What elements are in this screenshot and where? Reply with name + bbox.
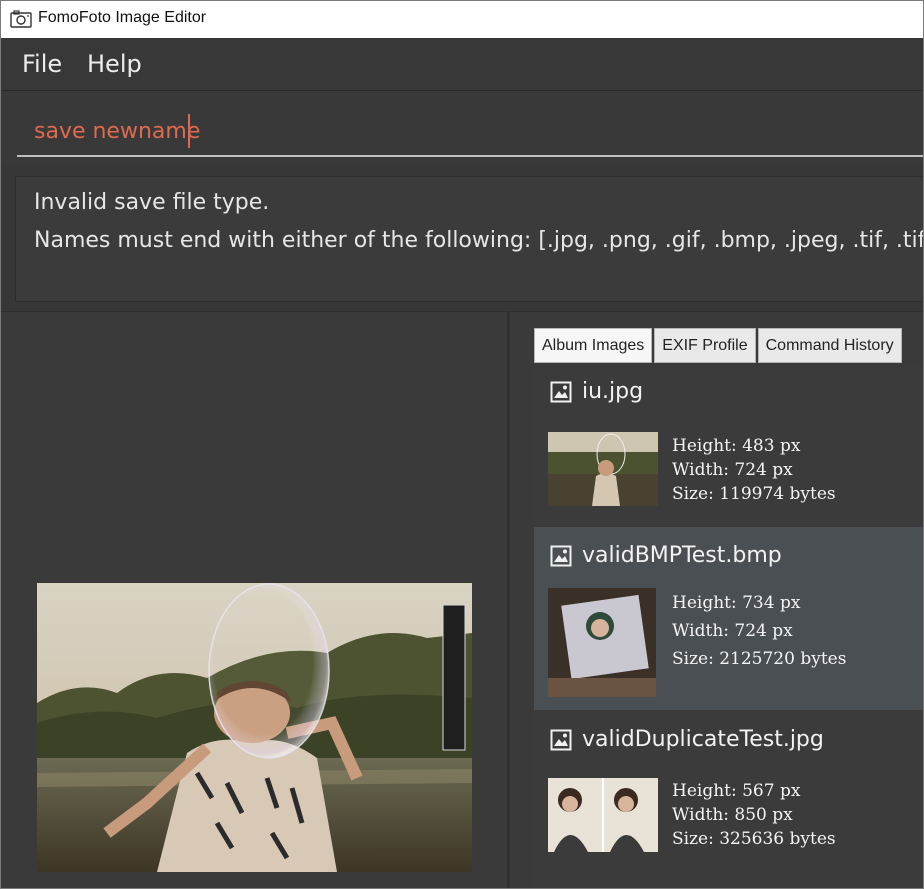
window-title: FomoFoto Image Editor: [38, 9, 207, 26]
title-bar: FomoFoto Image Editor: [1, 1, 923, 38]
text-caret: [188, 114, 190, 148]
image-view-panel: [1, 311, 507, 888]
camera-icon: [10, 10, 32, 28]
album-item-header: validDuplicateTest.jpg: [550, 727, 824, 752]
tab-bar: Album Images EXIF Profile Command Histor…: [534, 328, 904, 363]
result-display: Invalid save file type. Names must end w…: [15, 176, 924, 302]
menu-help[interactable]: Help: [87, 50, 142, 78]
album-item-meta: Height: 567 px Width: 850 px Size: 32563…: [672, 779, 836, 851]
album-thumbnail: [548, 588, 656, 697]
image-height-text: Height: 567 px: [672, 781, 801, 801]
image-width-text: Width: 850 px: [672, 805, 793, 825]
album-item-name: validBMPTest.bmp: [582, 543, 782, 568]
command-area: [1, 91, 923, 165]
album-thumbnail: [548, 432, 658, 506]
image-file-icon: [550, 381, 572, 402]
side-panel: Album Images EXIF Profile Command Histor…: [510, 311, 923, 888]
album-thumbnail: [548, 778, 658, 852]
tab-album-images[interactable]: Album Images: [534, 328, 653, 363]
image-height-text: Height: 734 px: [672, 593, 801, 613]
image-file-icon: [550, 545, 572, 566]
command-input[interactable]: [17, 107, 923, 157]
image-size-text: Size: 119974 bytes: [672, 484, 836, 504]
image-file-icon: [550, 729, 572, 750]
album-item-validbmptest[interactable]: validBMPTest.bmp Height: 734 px Width: 7…: [534, 527, 923, 710]
menu-file[interactable]: File: [22, 50, 62, 78]
image-size-text: Size: 2125720 bytes: [672, 649, 847, 669]
image-height-text: Height: 483 px: [672, 436, 801, 456]
album-item-name: iu.jpg: [582, 379, 644, 404]
tab-command-history[interactable]: Command History: [757, 328, 902, 363]
album-item-header: validBMPTest.bmp: [550, 543, 782, 568]
result-message-line-2: Names must end with either of the follow…: [34, 228, 924, 253]
tab-exif-profile[interactable]: EXIF Profile: [654, 328, 756, 363]
image-width-text: Width: 724 px: [672, 460, 793, 480]
album-list: iu.jpg Height: 483 px Width: 724 px Size…: [534, 366, 923, 888]
album-item-meta: Height: 734 px Width: 724 px Size: 21257…: [672, 589, 846, 673]
app-window: FomoFoto Image Editor File Help Invalid …: [0, 0, 924, 889]
image-width-text: Width: 724 px: [672, 621, 793, 641]
album-item-partial[interactable]: [534, 872, 923, 888]
result-message-line-1: Invalid save file type.: [34, 190, 270, 215]
album-item-iu[interactable]: iu.jpg Height: 483 px Width: 724 px Size…: [534, 366, 923, 526]
current-image: [37, 583, 472, 872]
album-item-meta: Height: 483 px Width: 724 px Size: 11997…: [672, 434, 836, 506]
result-area: Invalid save file type. Names must end w…: [1, 165, 923, 311]
album-item-validduplicatetest[interactable]: validDuplicateTest.jpg Height: 567 px Wi…: [534, 711, 923, 871]
album-item-name: validDuplicateTest.jpg: [582, 727, 824, 752]
image-size-text: Size: 325636 bytes: [672, 829, 836, 849]
album-item-header: iu.jpg: [550, 379, 643, 404]
menu-bar: File Help: [1, 38, 923, 91]
